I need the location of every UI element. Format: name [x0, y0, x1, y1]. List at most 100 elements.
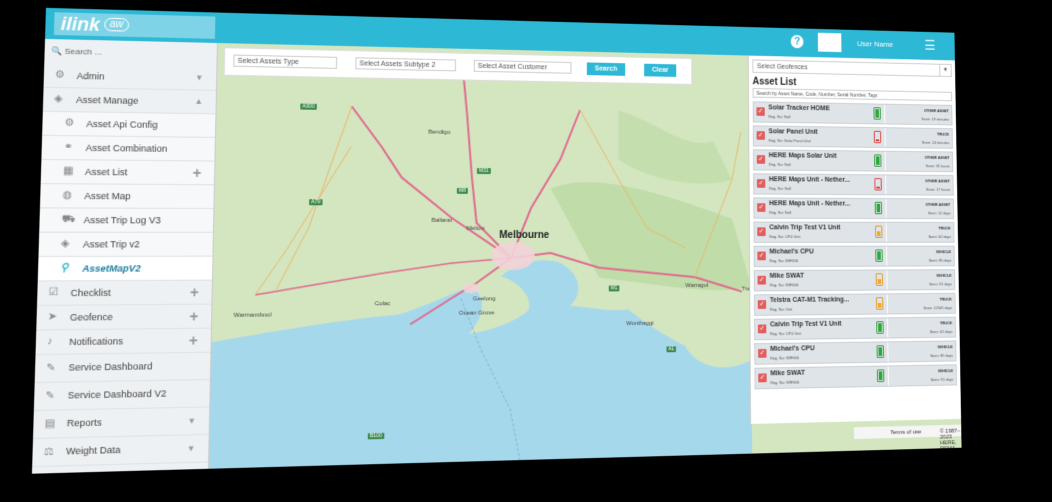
menu-icon[interactable]: ☰	[924, 39, 935, 50]
sidebar-search[interactable]: 🔍 Search ...	[51, 43, 211, 63]
map-place-label: Ocean Grove	[459, 310, 495, 316]
plus-icon[interactable]: +	[192, 161, 201, 184]
checkbox[interactable]: ✓	[758, 349, 766, 358]
battery-fill	[878, 323, 882, 332]
user-name[interactable]: User Name	[857, 39, 893, 48]
asset-reg: Reg. No: CPU Unit	[770, 331, 801, 336]
chevron-up-icon[interactable]: ▲	[194, 90, 203, 113]
asset-name: Mike SWAT	[770, 273, 804, 280]
sidebar-item-admin[interactable]: ⚙ Admin ▼	[44, 64, 217, 91]
sidebar-item-label: Reports	[67, 417, 102, 428]
sidebar-item-asset-list[interactable]: ▦ Asset List +	[41, 160, 215, 185]
divider	[886, 270, 887, 289]
checkbox[interactable]: ✓	[757, 227, 765, 236]
sidebar-item-service-dashboard[interactable]: ✎ Service Dashboard	[35, 353, 211, 383]
asset-row[interactable]: ✓ Calvin Trip Test V1 Unit Reg. No: CPU Un…	[754, 317, 956, 341]
gear-icon: ⚙	[55, 64, 65, 87]
sidebar-item-asset-trip-v2[interactable]: ◈ Asset Trip v2	[38, 233, 212, 257]
asset-seen: Seen: 17 hours	[926, 187, 950, 192]
asset-type-select[interactable]: Select Assets Type	[233, 55, 337, 69]
geofence-select[interactable]: Select Geofences ▼	[752, 59, 951, 77]
asset-row[interactable]: ✓ Solar Panel Unit Reg. No: Solar Panel Un…	[753, 125, 953, 148]
sidebar-item-service-dashboard-v2[interactable]: ✎ Service Dashboard V2	[34, 380, 210, 411]
asset-row[interactable]: ✓ Solar Tracker HOME Reg. No: Null OTHER AS…	[753, 101, 953, 125]
sidebar-item-notifications[interactable]: ♪ Notifications +	[36, 329, 211, 356]
checkbox[interactable]: ✓	[757, 131, 765, 140]
map-road-shield: B100	[368, 433, 384, 440]
checkbox[interactable]: ✓	[757, 179, 765, 188]
sidebar-item-asset-api-config[interactable]: ⚙ Asset Api Config	[42, 112, 215, 138]
sidebar-item-checklist[interactable]: ☑ Checklist +	[37, 281, 212, 306]
divider	[887, 294, 888, 313]
asset-seen: Seen: 85 days	[930, 353, 953, 358]
sidebar-item-asset-map[interactable]: ◍ Asset Map	[40, 184, 214, 209]
chevron-down-icon[interactable]: ▼	[187, 408, 196, 435]
sidebar-item-assetmapv2[interactable]: ⚲ AssetMapV2	[38, 257, 213, 282]
avatar[interactable]	[818, 33, 842, 52]
plus-icon[interactable]: +	[189, 305, 198, 328]
checkbox[interactable]: ✓	[758, 324, 766, 333]
plus-icon[interactable]: +	[190, 281, 199, 304]
asset-row[interactable]: ✓ HERE Maps Solar Unit Reg. No: Null OTHER …	[753, 149, 953, 172]
plus-icon[interactable]: +	[189, 329, 198, 352]
map-road-shield: A1	[666, 346, 676, 352]
asset-reg: Reg. No: Unit	[770, 307, 792, 312]
asset-search-input[interactable]: Search by Asset Name, Code, Number, Seri…	[753, 88, 953, 101]
asset-type: OTHER ASSET	[925, 155, 950, 160]
map-place-label: Warragul	[685, 283, 708, 289]
wrench-icon: ✎	[46, 355, 56, 382]
checkbox[interactable]: ✓	[757, 155, 765, 164]
checkbox[interactable]: ✓	[758, 373, 766, 382]
map[interactable]: Melbourne Bendigo Ballarat Melton Geelong War…	[209, 43, 962, 469]
sidebar-item-geofence[interactable]: ➤ Geofence +	[36, 305, 211, 331]
chevron-down-icon[interactable]: ▼	[195, 67, 204, 90]
asset-customer-select[interactable]: Select Asset Customer	[474, 60, 572, 74]
navigation-icon: ➤	[47, 306, 57, 330]
clear-button[interactable]: Clear	[644, 64, 676, 77]
checkbox[interactable]: ✓	[758, 276, 766, 285]
map-road-shield: A300	[300, 103, 316, 109]
checkbox[interactable]: ✓	[757, 203, 765, 212]
battery-icon	[876, 321, 883, 334]
asset-seen: Seen: 81 hours	[926, 163, 950, 168]
sidebar-item-asset-trip-log-v3[interactable]: ⛟ Asset Trip Log V3	[39, 208, 213, 232]
checkbox[interactable]: ✓	[756, 107, 764, 116]
layers-icon: ◈	[54, 88, 63, 111]
help-icon[interactable]: ?	[791, 35, 804, 49]
chevron-down-icon[interactable]: ▼	[187, 435, 196, 462]
asset-seen: Seen: 19 minutes	[921, 117, 948, 122]
sidebar-item-reports[interactable]: ▤ Reports ▼	[33, 407, 209, 439]
battery-icon	[876, 273, 883, 285]
asset-name: HERE Maps Solar Unit	[769, 152, 837, 159]
asset-panel: Select Geofences ▼ Asset List Search by …	[748, 56, 962, 424]
battery-fill	[876, 187, 880, 189]
gear-icon: ⚙	[64, 112, 74, 135]
bell-icon: ♪	[47, 330, 53, 354]
asset-row[interactable]: ✓ Mike SWAT Reg. No: WIF666 VEHICLE Seen: 91…	[754, 364, 956, 389]
sidebar-item-asset-manage[interactable]: ◈ Asset Manage ▲	[43, 88, 216, 115]
asset-row[interactable]: ✓ Calvin Trip Test V1 Unit Reg. No: CPU Un…	[753, 222, 954, 243]
asset-row[interactable]: ✓ Telstra CAT-M1 Tracking... Reg. No: Unit…	[754, 293, 956, 316]
terms-link[interactable]: Terms of use	[890, 429, 921, 436]
asset-row[interactable]: ✓ Michael's CPU Reg. No: WIF666 VEHICLE Seen…	[754, 246, 955, 268]
logo[interactable]: ilink aw	[54, 12, 215, 39]
asset-reg: Reg. No: WIF666	[770, 380, 799, 385]
battery-fill	[877, 251, 881, 260]
chevron-down-icon[interactable]: ▼	[939, 65, 951, 76]
asset-row[interactable]: ✓ Michael's CPU Reg. No: WIF666 VEHICLE Seen…	[754, 340, 956, 364]
combine-icon: ⚭	[63, 136, 73, 159]
divider	[884, 128, 885, 147]
search-button[interactable]: Search	[587, 62, 625, 75]
asset-reg: Reg. No: CPU Unit	[769, 234, 800, 239]
divider	[885, 152, 886, 171]
asset-row[interactable]: ✓ HERE Maps Unit - Nether... Reg. No: Null…	[753, 197, 954, 219]
asset-row[interactable]: ✓ Mike SWAT Reg. No: WIF666 VEHICLE Seen: 91…	[754, 269, 956, 291]
checkbox[interactable]: ✓	[758, 300, 766, 309]
asset-reg: Reg. No: WIF666	[770, 282, 799, 287]
sidebar-item-asset-combination[interactable]: ⚭ Asset Combination	[41, 136, 215, 162]
asset-row[interactable]: ✓ HERE Maps Unit - Nether... Reg. No: Null…	[753, 173, 954, 195]
sidebar-item-weight-data[interactable]: ⚖ Weight Data ▼	[32, 435, 209, 467]
asset-seen: Seen: 12345 days	[923, 305, 952, 310]
asset-subtype-select[interactable]: Select Assets Subtype 2	[355, 57, 456, 71]
checkbox[interactable]: ✓	[757, 252, 765, 261]
